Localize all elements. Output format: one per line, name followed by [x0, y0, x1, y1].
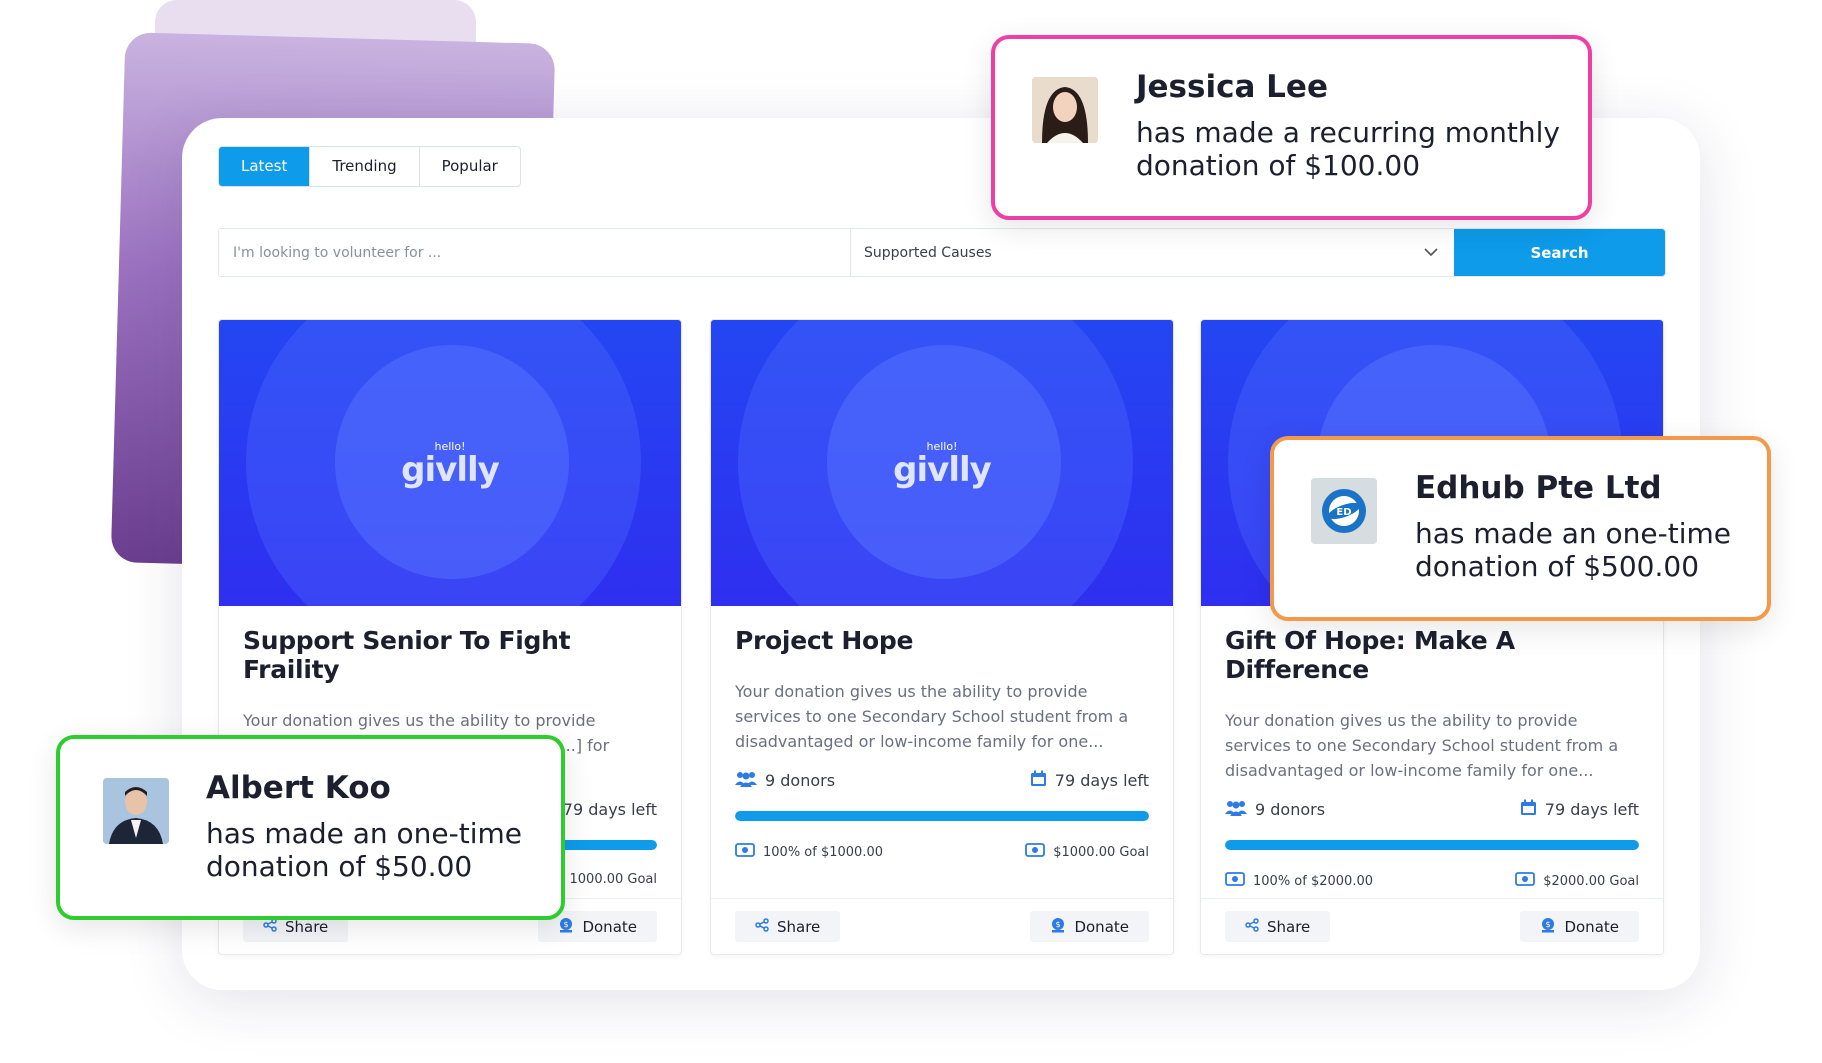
campaign-card: Gift Of Hope: Make A Difference Your don… [1200, 319, 1664, 955]
money-icon [1225, 872, 1245, 890]
funding-progress-bar [735, 811, 1149, 821]
progress-fill [735, 811, 1149, 821]
donation-notification: ED Edhub Pte Ltd has made an one-time do… [1270, 436, 1771, 621]
edhub-logo-icon: ED [1311, 478, 1377, 544]
money-icon [1025, 843, 1046, 861]
funding-progress-bar [1225, 840, 1639, 850]
users-icon [1225, 800, 1247, 820]
donate-icon: $ [1050, 917, 1066, 937]
goal-amount: 1000.00 Goal [569, 872, 658, 887]
volunteer-search-input[interactable] [219, 229, 851, 276]
share-icon [755, 917, 769, 936]
campaign-description: Your donation gives us the ability to pr… [735, 682, 1129, 751]
campaign-banner: hello! givlly [219, 320, 681, 606]
money-icon [1515, 872, 1536, 890]
chevron-down-icon [1424, 245, 1438, 261]
donate-icon: $ [1540, 917, 1556, 937]
filter-tabs: Latest Trending Popular [218, 146, 521, 187]
campaign-title[interactable]: Gift Of Hope: Make A Difference [1225, 626, 1639, 684]
campaign-banner: hello! givlly [711, 320, 1173, 606]
share-button[interactable]: Share [735, 911, 841, 942]
donor-avatar [1032, 77, 1098, 143]
donation-notification: Albert Koo has made an one-time donation… [56, 735, 565, 920]
donation-message: has made an one-time donation of $500.00 [1415, 517, 1731, 583]
goal-amount: $2000.00 Goal [1515, 872, 1639, 890]
progress-fill [1225, 840, 1639, 850]
svg-text:ED: ED [1336, 507, 1351, 518]
raised-amount: 100% of $1000.00 [735, 843, 883, 861]
campaign-card: hello! givlly Project Hope Your donation… [710, 319, 1174, 955]
money-icon [735, 843, 755, 861]
goal-amount: $1000.00 Goal [1025, 843, 1149, 861]
days-left: 79 days left [1030, 770, 1149, 791]
donor-name: Albert Koo [206, 770, 391, 806]
campaign-title[interactable]: Project Hope [735, 626, 1149, 655]
donation-notification: Jessica Lee has made a recurring monthly… [991, 35, 1592, 220]
tab-trending[interactable]: Trending [309, 147, 418, 186]
svg-text:$: $ [1546, 920, 1551, 929]
supported-causes-select[interactable]: Supported Causes [851, 229, 1454, 276]
donor-count: 9 donors [1225, 800, 1325, 820]
search-button[interactable]: Search [1454, 229, 1665, 276]
search-bar: Supported Causes Search [218, 228, 1666, 277]
donor-count: 9 donors [735, 771, 835, 791]
donation-message: has made a recurring monthly donation of… [1136, 116, 1561, 182]
days-left: 79 days left [1520, 799, 1639, 820]
share-icon [1245, 917, 1259, 936]
donate-button[interactable]: $ Donate [1030, 911, 1149, 942]
campaign-description: Your donation gives us the ability to pr… [1225, 711, 1619, 780]
raised-amount: 100% of $2000.00 [1225, 872, 1373, 890]
donate-button[interactable]: $ Donate [1520, 911, 1639, 942]
tab-latest[interactable]: Latest [219, 147, 310, 186]
calendar-icon [1030, 770, 1047, 791]
givlly-logo: givlly [893, 450, 992, 490]
donation-message: has made an one-time donation of $50.00 [206, 817, 522, 883]
share-button[interactable]: Share [1225, 911, 1331, 942]
svg-text:$: $ [1056, 920, 1061, 929]
select-value: Supported Causes [864, 244, 992, 261]
donate-icon: $ [558, 917, 574, 937]
donor-name: Jessica Lee [1136, 69, 1328, 105]
share-icon [263, 917, 277, 936]
donor-avatar [103, 778, 169, 844]
tab-popular[interactable]: Popular [418, 147, 520, 186]
svg-text:$: $ [564, 920, 569, 929]
givlly-logo: givlly [401, 450, 500, 490]
campaign-title[interactable]: Support Senior To Fight Fraility [243, 626, 657, 684]
calendar-icon [1520, 799, 1537, 820]
donor-name: Edhub Pte Ltd [1415, 470, 1662, 506]
users-icon [735, 771, 757, 791]
